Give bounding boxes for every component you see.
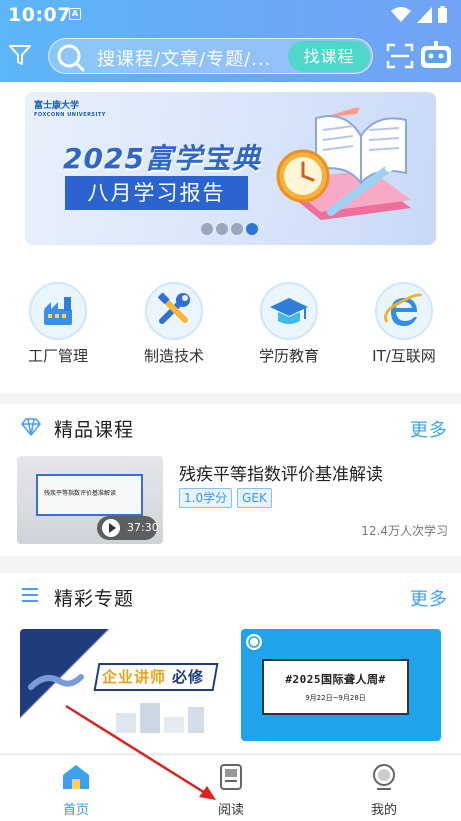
topic-ribbon-label: 企业讲师 xyxy=(102,668,167,686)
category-it-internet[interactable]: IT/互联网 xyxy=(354,282,454,366)
graduation-cap-icon xyxy=(260,282,318,340)
nav-label: 我的 xyxy=(370,803,397,818)
category-grid: 工厂管理 制造技术 学历教育 IT/互联网 xyxy=(0,282,461,372)
nav-label: 阅读 xyxy=(217,803,244,818)
banner-title: 2025富学宝典 xyxy=(63,142,261,175)
play-icon[interactable] xyxy=(102,519,120,537)
search-placeholder: 搜课程/文章/专题/... xyxy=(97,49,272,70)
wifi-icon xyxy=(391,6,411,22)
search-input[interactable]: 搜课程/文章/专题/... 找课程 xyxy=(48,38,373,74)
topic-card-enterprise-instructor[interactable]: 企业讲师 必修 xyxy=(20,629,220,741)
internet-explorer-icon xyxy=(375,282,433,340)
top-header: 10:07 A 搜课程/文章/专题/... 找课程 xyxy=(0,0,461,82)
category-label: 制造技术 xyxy=(143,347,204,365)
book-clock-illustration xyxy=(276,108,411,220)
premium-courses-section: 精品课程 更多 残疾平等指数评价基准解读 37:30 残疾平等指数评价基准解读 … xyxy=(0,404,461,556)
banner-dot[interactable] xyxy=(201,223,213,235)
category-factory-management[interactable]: 工厂管理 xyxy=(8,282,108,366)
banner-logo-subtext: FOXCONN UNIVERSITY xyxy=(34,112,106,118)
section-title: 精彩专题 xyxy=(54,588,135,610)
credit-tag: 1.0学分 xyxy=(179,488,233,508)
duration-text: 37:30 xyxy=(127,521,159,534)
tools-icon xyxy=(145,282,203,340)
featured-topics-header: 精彩专题 更多 xyxy=(0,573,461,621)
bottom-navigation: 首页 阅读 我的 xyxy=(0,754,461,821)
status-bar: 10:07 A xyxy=(0,0,461,30)
category-label: 工厂管理 xyxy=(27,347,88,365)
book-icon xyxy=(220,764,242,790)
status-time: 10:07 xyxy=(8,4,71,26)
signal-icon xyxy=(417,6,432,23)
home-icon xyxy=(63,765,89,789)
robot-assistant-icon[interactable] xyxy=(420,40,452,72)
banner-logo: 富士康大学 FOXCONN UNIVERSITY xyxy=(34,98,106,118)
banner-dot[interactable] xyxy=(231,223,243,235)
nav-reading[interactable]: 阅读 xyxy=(186,763,276,818)
category-label: IT/互联网 xyxy=(372,347,436,365)
topic-card-deaf-week[interactable]: #2025国际聋人周# 9月22日~9月28日 xyxy=(241,629,441,741)
banner-subtitle: 八月学习报告 xyxy=(65,176,248,210)
category-label: 学历教育 xyxy=(258,347,319,365)
promo-banner[interactable]: 富士康大学 FOXCONN UNIVERSITY 2025富学宝典 八月学习报告 xyxy=(25,92,436,245)
search-button[interactable]: 找课程 xyxy=(288,41,370,72)
category-manufacturing-tech[interactable]: 制造技术 xyxy=(124,282,224,366)
nav-profile[interactable]: 我的 xyxy=(339,763,429,818)
topic-frame-title: #2025国际聋人周# xyxy=(285,673,386,686)
video-duration[interactable]: 37:30 xyxy=(97,516,159,540)
banner-pagination[interactable] xyxy=(201,223,258,235)
battery-icon xyxy=(438,6,447,23)
search-icon xyxy=(57,44,85,72)
thumbnail-slide: 残疾平等指数评价基准解读 xyxy=(36,474,143,516)
notification-app-icon: A xyxy=(69,8,81,20)
thumbnail-text: 残疾平等指数评价基准解读 xyxy=(44,490,117,497)
nav-home[interactable]: 首页 xyxy=(31,763,121,818)
topic-logo-icon xyxy=(246,634,262,650)
scan-icon[interactable] xyxy=(386,43,414,69)
profile-icon xyxy=(373,764,395,790)
banner-dot-active[interactable] xyxy=(246,223,258,235)
course-title[interactable]: 残疾平等指数评价基准解读 xyxy=(179,460,383,485)
featured-topics-section: 精彩专题 更多 企业讲师 必修 #2025国际聋人周# 9月22日~9月28日 xyxy=(0,573,461,753)
category-academic-education[interactable]: 学历教育 xyxy=(239,282,339,366)
banner-dot[interactable] xyxy=(216,223,228,235)
course-tags: 1.0学分 GEK xyxy=(179,488,272,508)
banner-logo-text: 富士康大学 xyxy=(34,101,80,111)
topic-frame-date: 9月22日~9月28日 xyxy=(305,694,366,702)
more-link[interactable]: 更多 xyxy=(410,585,448,611)
topic-ribbon-text: 企业讲师 必修 xyxy=(102,666,204,687)
building-blocks-illustration xyxy=(116,703,204,733)
nav-label: 首页 xyxy=(62,803,89,818)
list-icon xyxy=(22,588,38,602)
topic-ribbon-badge: 必修 xyxy=(172,668,205,686)
course-thumbnail[interactable]: 残疾平等指数评价基准解读 37:30 xyxy=(17,456,163,544)
premium-courses-header: 精品课程 更多 xyxy=(0,404,461,452)
factory-icon xyxy=(29,282,87,340)
diamond-icon xyxy=(21,418,41,436)
status-icons xyxy=(391,6,447,23)
handshake-illustration xyxy=(28,674,84,690)
learner-count: 12.4万人次学习 xyxy=(361,524,448,538)
filter-icon[interactable] xyxy=(8,43,32,67)
category-tag: GEK xyxy=(237,488,272,508)
search-row: 搜课程/文章/专题/... 找课程 xyxy=(0,34,461,78)
more-link[interactable]: 更多 xyxy=(410,416,448,442)
section-title: 精品课程 xyxy=(54,419,135,441)
topic-frame: #2025国际聋人周# 9月22日~9月28日 xyxy=(262,659,409,715)
banner-category-card: 富士康大学 FOXCONN UNIVERSITY 2025富学宝典 八月学习报告 xyxy=(0,82,461,393)
